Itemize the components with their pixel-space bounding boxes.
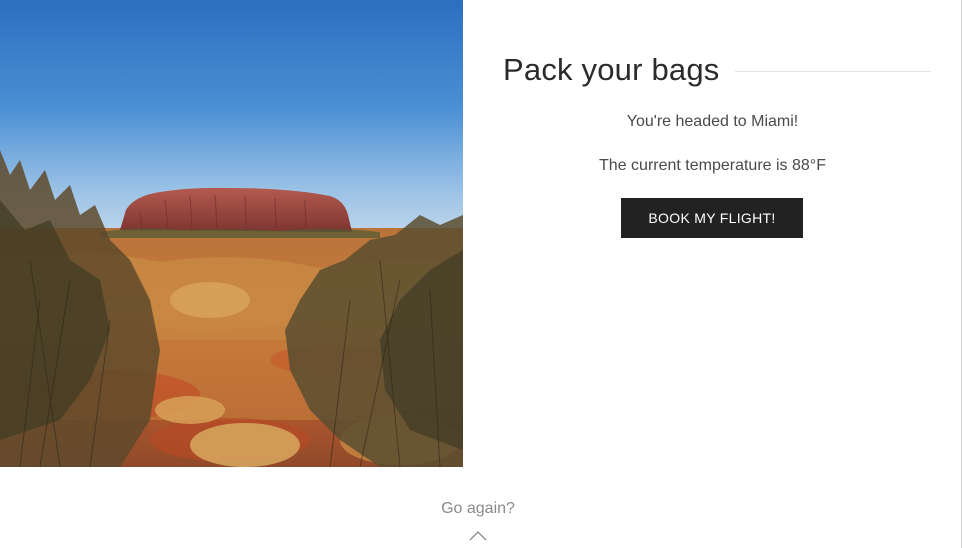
page: Pack your bags You're headed to Miami! T… xyxy=(0,0,962,548)
footer: Go again? xyxy=(0,467,962,548)
go-again-link[interactable]: Go again? xyxy=(0,500,956,518)
destination-text: You're headed to Miami! xyxy=(626,113,799,130)
trip-panel: Pack your bags You're headed to Miami! T… xyxy=(463,0,962,467)
book-flight-button[interactable]: BOOK MY FLIGHT! xyxy=(621,198,803,238)
temperature-text: The current temperature is 88°F xyxy=(599,157,826,174)
chevron-up-icon[interactable] xyxy=(469,529,487,541)
page-title: Pack your bags xyxy=(503,52,720,87)
heading-divider xyxy=(735,70,931,72)
heading-row: Pack your bags xyxy=(503,50,931,90)
uluru-landscape-image xyxy=(0,0,463,467)
